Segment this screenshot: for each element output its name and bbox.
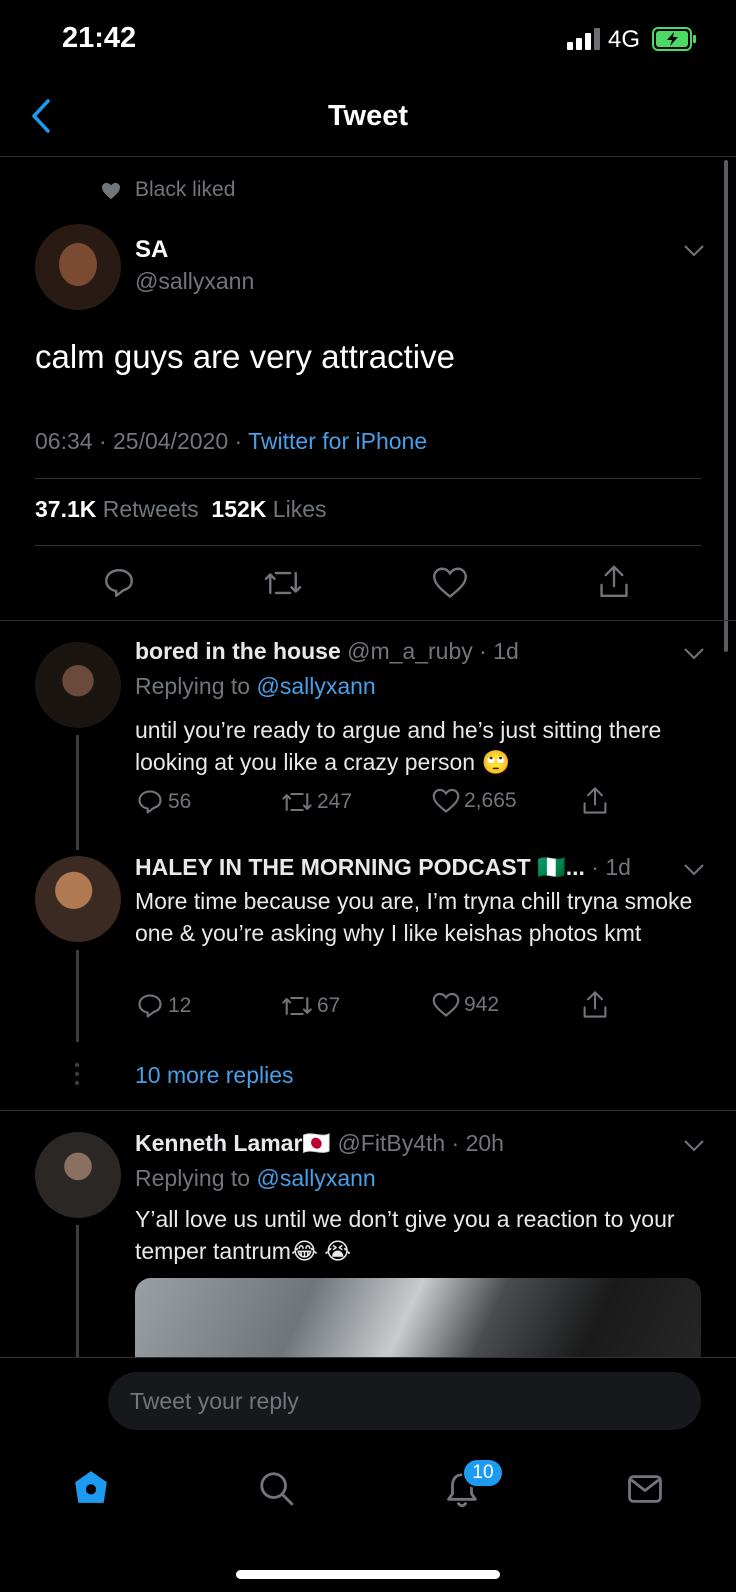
avatar[interactable] (35, 1132, 121, 1218)
retweet-icon (281, 788, 313, 816)
reply-author-name[interactable]: HALEY IN THE MORNING PODCAST 🇳🇬... (135, 854, 585, 880)
thread-line (76, 735, 79, 850)
share-icon[interactable] (581, 990, 609, 1020)
reply-text: until you’re ready to argue and he’s jus… (135, 717, 662, 775)
page-title: Tweet (327, 100, 409, 132)
replying-to: Replying to @sallyxann (135, 1165, 376, 1192)
retweets-label[interactable]: Retweets (103, 496, 199, 522)
chevron-down-icon[interactable] (683, 1139, 705, 1153)
stats-divider (35, 545, 701, 546)
retweet-count[interactable]: 247 (281, 788, 352, 816)
reply-author-handle[interactable]: @m_a_ruby · 1d (347, 638, 519, 664)
home-indicator[interactable] (236, 1570, 500, 1579)
status-bar: 21:42 4G (0, 0, 736, 80)
like-count-value: 942 (464, 993, 500, 1016)
share-icon[interactable] (597, 564, 631, 600)
retweets-count[interactable]: 37.1K (35, 496, 96, 522)
likes-count[interactable]: 152K (211, 496, 266, 522)
avatar[interactable] (35, 224, 121, 310)
meta-divider (35, 478, 701, 479)
retweet-count[interactable]: 67 (281, 992, 340, 1020)
reply-author-handle[interactable]: · 1d (591, 854, 631, 880)
like-icon (432, 992, 460, 1018)
avatar[interactable] (35, 856, 121, 942)
tweet-timestamp: 06:34 · 25/04/2020 · (35, 428, 249, 454)
like-count[interactable]: 2,665 (432, 788, 517, 814)
replying-to: Replying to @sallyxann (135, 673, 376, 700)
chevron-down-icon[interactable] (683, 863, 705, 877)
like-icon (432, 788, 460, 814)
replying-to-handle[interactable]: @sallyxann (256, 1165, 375, 1191)
like-count[interactable]: 942 (432, 992, 499, 1018)
chevron-down-icon[interactable] (683, 244, 705, 258)
reply-input[interactable]: Tweet your reply (108, 1372, 701, 1430)
reply-count-value: 56 (168, 790, 192, 813)
battery-icon (652, 27, 698, 51)
reply-icon (136, 992, 164, 1020)
thread-line (76, 1225, 79, 1357)
thread-line (76, 950, 79, 1042)
chevron-down-icon[interactable] (683, 647, 705, 661)
reply-input-placeholder: Tweet your reply (130, 1388, 299, 1414)
reply-author-handle[interactable]: @FitBy4th · 20h (337, 1130, 504, 1156)
signal-icon (567, 28, 601, 50)
messages-icon[interactable] (626, 1472, 664, 1506)
media-thumbnail[interactable] (135, 1278, 701, 1358)
replying-prefix: Replying to (135, 1165, 257, 1191)
tweet-source[interactable]: Twitter for iPhone (248, 428, 427, 454)
reply-header: HALEY IN THE MORNING PODCAST 🇳🇬... · 1d (135, 854, 631, 881)
retweet-count-value: 247 (317, 790, 353, 813)
network-type: 4G (608, 26, 641, 53)
reply-icon (136, 788, 164, 816)
more-replies-link[interactable]: 10 more replies (135, 1062, 294, 1089)
home-icon[interactable] (72, 1468, 110, 1506)
reply-count-value: 12 (168, 994, 192, 1017)
thread-divider (0, 1110, 736, 1111)
status-time: 21:42 (62, 22, 137, 54)
reply-text: Y’all love us until we don’t give you a … (135, 1206, 675, 1264)
social-context: Black liked (135, 178, 236, 201)
reply-icon[interactable] (102, 566, 136, 600)
replying-prefix: Replying to (135, 673, 257, 699)
retweet-icon[interactable] (263, 566, 303, 600)
retweet-icon (281, 992, 313, 1020)
notifications-badge: 10 (462, 1458, 504, 1488)
author-name[interactable]: SA (135, 236, 168, 264)
reply-text: More time because you are, I’m tryna chi… (135, 888, 693, 946)
search-icon[interactable] (257, 1469, 295, 1507)
tweet-text: calm guys are very attractive (35, 338, 455, 375)
tweet-stats: 37.1K Retweets 152K Likes (35, 496, 327, 523)
scrollbar[interactable] (724, 160, 728, 652)
thread-dots-icon (74, 1062, 80, 1086)
reply-author-name[interactable]: bored in the house (135, 638, 341, 664)
like-icon[interactable] (432, 566, 468, 600)
avatar[interactable] (35, 642, 121, 728)
reply-count[interactable]: 12 (136, 992, 191, 1020)
author-handle[interactable]: @sallyxann (135, 268, 254, 295)
share-icon[interactable] (581, 786, 609, 816)
like-count-value: 2,665 (464, 789, 517, 812)
reply-author-name[interactable]: Kenneth Lamar🇯🇵 (135, 1130, 331, 1156)
replying-to-handle[interactable]: @sallyxann (256, 673, 375, 699)
reply-count[interactable]: 56 (136, 788, 191, 816)
retweet-count-value: 67 (317, 994, 341, 1017)
header-divider (0, 156, 736, 157)
likes-label[interactable]: Likes (273, 496, 327, 522)
reply-header: Kenneth Lamar🇯🇵 @FitBy4th · 20h (135, 1130, 504, 1157)
reply-header: bored in the house @m_a_ruby · 1d (135, 638, 519, 665)
tweet-meta: 06:34 · 25/04/2020 · Twitter for iPhone (35, 428, 427, 455)
actions-divider (0, 620, 736, 621)
heart-small-icon (101, 182, 121, 200)
